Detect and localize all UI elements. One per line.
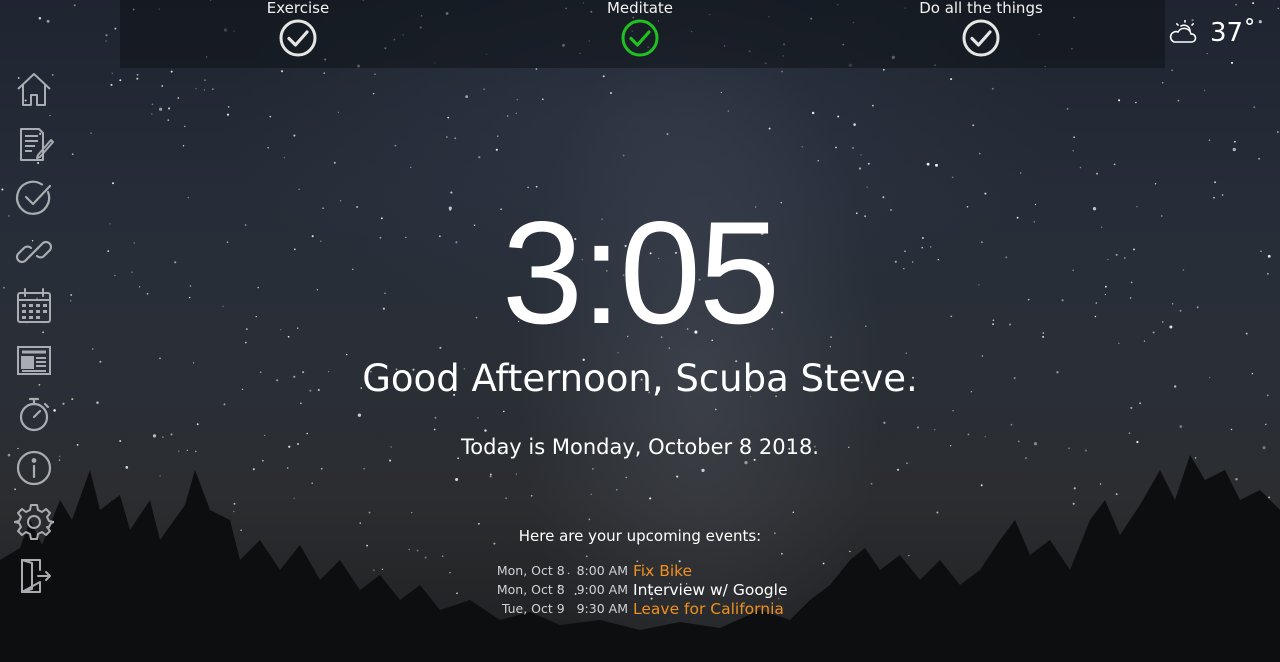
event-title[interactable]: Leave for California (633, 599, 784, 619)
home-icon (17, 73, 51, 106)
event-time: 8:00 AM (576, 563, 628, 578)
events-heading: Here are your upcoming events: (518, 527, 762, 545)
check-circle-icon[interactable] (620, 18, 660, 58)
event-row: Tue, Oct 9 9:30 AM Leave for California (0, 599, 1280, 618)
clock-time: 3:05 (501, 191, 780, 354)
event-title[interactable]: Interview w/ Google (633, 580, 788, 600)
habit-meditate[interactable]: Meditate (540, 0, 740, 58)
weather-widget: 37˚ (1168, 14, 1268, 54)
habit-label: Meditate (606, 0, 674, 17)
sidebar-item-notes[interactable] (14, 122, 58, 176)
habit-label: Do all the things (919, 0, 1043, 17)
events-list: Mon, Oct 8 8:00 AM Fix Bike Mon, Oct 8 9… (0, 561, 1280, 618)
habit-bar: Exercise Meditate Do all the things (120, 0, 1165, 68)
check-circle-icon[interactable] (278, 18, 318, 58)
partly-cloudy-icon (1169, 20, 1197, 43)
temperature: 37˚ (1210, 18, 1257, 48)
habit-do-all-the-things[interactable]: Do all the things (881, 0, 1081, 58)
greeting: Good Afternoon, Scuba Steve. (362, 357, 918, 400)
habit-label: Exercise (266, 0, 330, 17)
notes-icon (20, 128, 54, 161)
event-date: Mon, Oct 8 (496, 582, 565, 597)
event-datetime: Mon, Oct 8 8:00 AM (497, 563, 628, 579)
event-date: Mon, Oct 8 (496, 563, 565, 578)
event-datetime: Mon, Oct 8 9:00 AM (497, 582, 628, 598)
event-row: Mon, Oct 8 8:00 AM Fix Bike (0, 561, 1280, 580)
dashboard-screen: Exercise Meditate Do all the things 37˚ … (0, 0, 1280, 662)
event-title[interactable]: Fix Bike (633, 561, 692, 581)
event-row: Mon, Oct 8 9:00 AM Interview w/ Google (0, 580, 1280, 599)
habit-exercise[interactable]: Exercise (198, 0, 398, 58)
event-date: Tue, Oct 9 (501, 601, 565, 616)
event-time: 9:00 AM (576, 582, 628, 597)
event-time: 9:30 AM (576, 601, 628, 616)
event-datetime: Tue, Oct 9 9:30 AM (502, 601, 628, 617)
sidebar-item-home[interactable] (14, 68, 58, 122)
date-line: Today is Monday, October 8 2018. (461, 435, 819, 459)
check-circle-icon[interactable] (961, 18, 1001, 58)
